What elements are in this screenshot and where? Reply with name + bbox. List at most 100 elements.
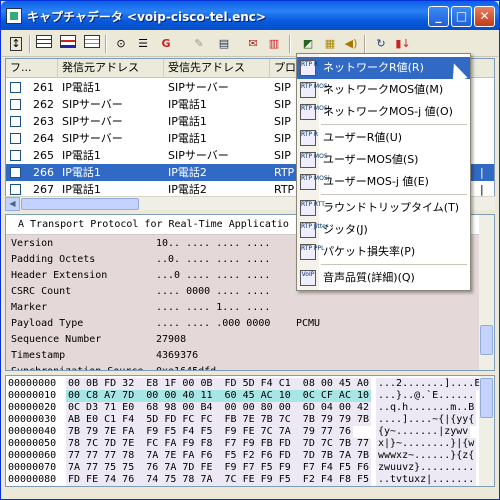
maximize-button[interactable]: □ — [451, 6, 472, 27]
field-interpretation: PCMU — [296, 318, 321, 329]
column-header-flag[interactable]: フ... — [6, 59, 58, 78]
import-icon[interactable]: ↻ — [372, 35, 390, 53]
film-icon[interactable]: ▦ — [321, 35, 339, 53]
detail-field-row[interactable]: Synchronization Source 0xe1645dfd — [6, 364, 481, 370]
menu-item[interactable]: RTP R ネットワークR値(R) — [297, 57, 470, 79]
row-checkbox[interactable] — [10, 82, 21, 93]
hex-bytes: 00 C8 A7 7D 00 00 40 11 60 45 AC 10 0C C… — [66, 390, 372, 402]
hex-ascii: x|}~........}|{w — [376, 438, 477, 450]
grid-view-icon[interactable] — [83, 35, 101, 53]
detail-vscroll-thumb[interactable] — [480, 325, 493, 355]
hex-bytes: 7B 79 7E FA F9 F5 F4 F5 F9 FE 7C 7A 79 7… — [66, 426, 353, 438]
menu-item[interactable]: RTP MOS ネットワークMOS値(M) — [297, 79, 470, 101]
chart-icon[interactable]: ▮↓ — [394, 35, 412, 53]
voice-quality-icon: VoIP — [300, 270, 316, 286]
hex-row[interactable]: 00000000 00 0B FD 32 E8 1F 00 0B FD 5D F4… — [6, 378, 494, 390]
chart-export-icon[interactable]: ▤ — [215, 35, 233, 53]
menu-item[interactable]: RTP MOSj ユーザーMOS-j 値(E) — [297, 171, 470, 193]
hex-row[interactable]: 00000080 FD FE 74 76 74 75 78 7A 7C FE F9… — [6, 474, 494, 486]
hex-row[interactable]: 00000060 77 77 77 78 7A 7E FA F6 F5 F2 F6… — [6, 450, 494, 462]
hex-bytes: 00 0B FD 32 E8 1F 00 0B FD 5D F4 C1 08 0… — [66, 378, 372, 390]
field-value: .... .... 1... .... — [156, 302, 271, 313]
field-name: Payload Type — [11, 318, 84, 329]
field-name: Timestamp — [11, 350, 66, 361]
hex-vscroll-thumb[interactable] — [480, 378, 493, 418]
audio-icon[interactable]: ◀) — [342, 35, 360, 53]
graph-icon[interactable]: ◩ — [299, 35, 317, 53]
window-sizing-icon[interactable]: ↕ — [7, 35, 25, 53]
column-header-source[interactable]: 発信元アドレス — [58, 59, 164, 78]
row-number: 263 — [33, 115, 54, 128]
hex-row[interactable]: 00000070 7A 77 75 75 76 7A 7D FE F9 F7 F5… — [6, 462, 494, 474]
hex-row[interactable]: 00000020 0C D3 71 E0 68 98 00 B4 00 00 80… — [6, 402, 494, 414]
google-icon[interactable]: G — [157, 35, 175, 53]
menu-item[interactable]: RTP Jitter ジッタ(J) — [297, 219, 470, 241]
field-name: CSRC Count — [11, 286, 72, 297]
row-source: SIPサーバー — [62, 132, 123, 145]
hex-row[interactable]: 00000030 AB E0 C1 F4 5D FD FC FC FB 7E 7B… — [6, 414, 494, 426]
menu-item[interactable]: RTP R ユーザーR値(U) — [297, 127, 470, 149]
capture-data-window: キャプチャデータ <voip-cisco-tel.enc> _ □ ✕ ↕ ⊙ … — [0, 0, 500, 500]
mail-icon[interactable]: ✉ — [244, 35, 262, 53]
menu-item[interactable]: RTP RTT ラウンドトリップタイム(T) — [297, 197, 470, 219]
hscroll-thumb[interactable] — [21, 198, 139, 210]
detail-field-row[interactable]: Timestamp 4369376 — [6, 348, 481, 364]
field-name: Synchronization Source — [11, 364, 143, 370]
hex-vscrollbar[interactable] — [479, 376, 494, 486]
row-checkbox[interactable] — [10, 184, 21, 195]
jitter-icon: RTP Jitter — [300, 222, 328, 238]
row-destination: IP電話2 — [168, 166, 207, 179]
hex-row[interactable]: 00000040 7B 79 7E FA F9 F5 F4 F5 F9 FE 7C… — [6, 426, 494, 438]
field-value: 27908 — [156, 334, 187, 345]
detail-field-row[interactable]: Marker .... .... 1... .... — [6, 300, 481, 316]
table-view-icon[interactable] — [35, 35, 53, 53]
field-name: Version — [11, 238, 54, 249]
menu-item[interactable]: RTP MOS ユーザーMOS値(S) — [297, 149, 470, 171]
row-number: 262 — [33, 98, 54, 111]
field-value: 10.. .... .... .... — [156, 238, 271, 249]
hex-offset: 00000050 — [8, 438, 57, 449]
title-bar[interactable]: キャプチャデータ <voip-cisco-tel.enc> _ □ ✕ — [1, 1, 499, 30]
menu-item[interactable]: RTP MOSj ネットワークMOS-j 値(O) — [297, 101, 470, 123]
row-destination: IP電話1 — [168, 115, 207, 128]
minimize-button[interactable]: _ — [428, 6, 449, 27]
hex-offset: 00000010 — [8, 390, 57, 401]
row-extra: | — [480, 166, 484, 179]
column-header-destination[interactable]: 受信先アドレス — [164, 59, 270, 78]
row-checkbox[interactable] — [10, 133, 21, 144]
hex-ascii: ..q.h.......m..B — [376, 402, 477, 414]
detail-field-row[interactable]: Payload Type .... .... .000 0000 PCMU — [6, 316, 481, 332]
row-source: IP電話1 — [62, 81, 101, 94]
menu-item[interactable]: VoIP 音声品質(詳細)(Q) — [297, 267, 470, 289]
rtp-mos-icon: RTP MOS — [300, 82, 328, 98]
close-button[interactable]: ✕ — [474, 6, 495, 27]
menu-item[interactable]: RTP PPL パケット損失率(P) — [297, 241, 470, 263]
app-icon — [6, 8, 22, 24]
row-checkbox[interactable] — [10, 116, 21, 127]
hex-offset: 00000020 — [8, 402, 57, 413]
user-r-value-icon: RTP R — [300, 130, 318, 146]
field-name: Padding Octets — [11, 254, 96, 265]
row-checkbox[interactable] — [10, 99, 21, 110]
status-bar — [2, 489, 498, 499]
menu-item-label: 音声品質(詳細)(Q) — [323, 271, 415, 284]
row-destination: IP電話1 — [168, 98, 207, 111]
hex-bytes: 7A 77 75 75 76 7A 7D FE F9 F7 F5 F9 F7 F… — [66, 462, 372, 474]
detail-field-row[interactable]: Sequence Number 27908 — [6, 332, 481, 348]
dropdown-circle-icon[interactable]: ⊙ — [112, 35, 130, 53]
list-arrow-icon[interactable]: ☰ — [134, 35, 152, 53]
edit-icon[interactable]: ✎ — [190, 35, 208, 53]
pdf-icon[interactable]: ▥ — [265, 35, 283, 53]
field-name: Header Extension — [11, 270, 108, 281]
hex-row[interactable]: 00000050 78 7C 7D 7E FC FA F9 F8 F7 F9 FB… — [6, 438, 494, 450]
detail-vscrollbar[interactable] — [479, 215, 494, 370]
scroll-left-arrow-icon[interactable]: ◀ — [5, 197, 20, 211]
row-checkbox[interactable] — [10, 150, 21, 161]
hex-ascii: ...2.......]....E. — [376, 378, 489, 390]
hex-ascii: zwuuvz}......... — [376, 462, 477, 474]
row-checkbox[interactable] — [10, 167, 21, 178]
hex-row[interactable]: 00000010 00 C8 A7 7D 00 00 40 11 60 45 AC… — [6, 390, 494, 402]
menu-separator — [321, 264, 467, 266]
field-name: Sequence Number — [11, 334, 102, 345]
table-red-view-icon[interactable] — [59, 35, 77, 53]
